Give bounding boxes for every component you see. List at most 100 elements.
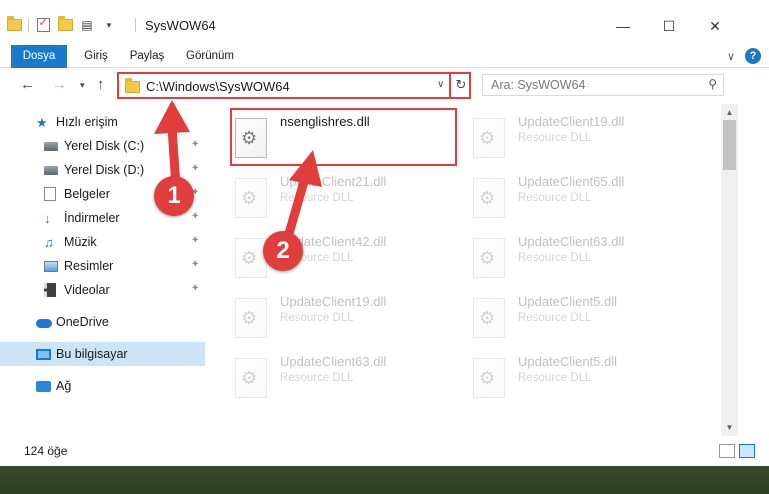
cloud-icon xyxy=(36,315,52,329)
back-button[interactable]: ← xyxy=(20,76,35,93)
nav-item-label: Resimler xyxy=(64,259,114,273)
tab-share[interactable]: Paylaş xyxy=(124,45,170,67)
file-item[interactable]: UpdateClient19.dll Resource DLL xyxy=(208,288,438,346)
scroll-down-icon[interactable]: ▼ xyxy=(721,419,738,436)
nav-item-videos[interactable]: Videolar ✦ xyxy=(0,278,205,302)
pin-icon[interactable]: ✦ xyxy=(191,163,199,174)
drive-icon xyxy=(44,139,58,153)
maximize-button[interactable]: ☐ xyxy=(646,15,692,37)
file-item[interactable]: UpdateClient21.dll Resource DLL xyxy=(208,168,438,226)
file-item[interactable]: UpdateClient42.dll Resource DLL xyxy=(208,228,438,286)
properties-icon[interactable] xyxy=(35,16,51,33)
item-count: 124 öğe xyxy=(24,444,68,458)
title-divider xyxy=(135,18,136,32)
explorer-window: ▤ ▾ SysWOW64 — ☐ ✕ Dosya Giriş Paylaş Gö… xyxy=(0,0,769,466)
file-item[interactable]: UpdateClient5.dll Resource DLL xyxy=(446,288,676,346)
nav-item-label: Belgeler xyxy=(64,187,110,201)
nav-item-pictures[interactable]: Resimler ✦ xyxy=(0,254,205,278)
file-description: Resource DLL xyxy=(518,192,592,204)
file-highlight-box xyxy=(230,108,457,166)
dll-file-icon xyxy=(473,358,505,398)
refresh-button[interactable]: ↻ xyxy=(449,72,471,99)
scroll-up-icon[interactable]: ▲ xyxy=(721,104,738,121)
dll-file-icon xyxy=(473,118,505,158)
file-item[interactable]: UpdateClient19.dll Resource DLL xyxy=(446,108,676,166)
expand-ribbon-icon[interactable]: ∨ xyxy=(727,50,735,63)
forward-button[interactable]: → xyxy=(52,76,67,93)
tiles-view-button[interactable] xyxy=(739,444,755,458)
file-description: Resource DLL xyxy=(518,372,592,384)
nav-item-network[interactable]: Ağ xyxy=(0,374,205,398)
details-view-button[interactable] xyxy=(719,444,735,458)
minimize-button[interactable]: — xyxy=(600,15,646,37)
file-name: UpdateClient63.dll xyxy=(280,354,387,369)
status-bar: 124 öğe xyxy=(0,436,769,466)
tab-home[interactable]: Giriş xyxy=(76,45,116,67)
help-icon[interactable]: ? xyxy=(745,48,761,64)
pin-icon[interactable]: ✦ xyxy=(191,211,199,222)
quick-access-toolbar: ▤ ▾ xyxy=(6,16,117,33)
dll-file-icon xyxy=(235,298,267,338)
file-item[interactable]: UpdateClient63.dll Resource DLL xyxy=(446,228,676,286)
pin-icon[interactable]: ✦ xyxy=(191,235,199,246)
nav-item-label: Bu bilgisayar xyxy=(56,347,128,361)
file-name: UpdateClient19.dll xyxy=(280,294,387,309)
nav-item-local-disk-c[interactable]: Yerel Disk (C:) ✦ xyxy=(0,134,205,158)
file-name: UpdateClient19.dll xyxy=(518,114,625,129)
drive-icon xyxy=(44,163,58,177)
address-row: ← → ▾ ↑ C:\Windows\SysWOW64 ∨ ↻ ⚲ xyxy=(0,68,769,104)
close-button[interactable]: ✕ xyxy=(692,15,738,37)
folder-icon[interactable] xyxy=(6,16,22,33)
search-box[interactable]: ⚲ xyxy=(482,74,724,96)
ribbon-tabs: Dosya Giriş Paylaş Görünüm ∨ ? xyxy=(0,45,769,103)
recent-locations-icon[interactable]: ▾ xyxy=(80,80,85,91)
music-note-icon: ♫ xyxy=(44,235,54,250)
new-folder-icon[interactable] xyxy=(57,16,73,33)
nav-item-label: Müzik xyxy=(64,235,97,249)
search-icon[interactable]: ⚲ xyxy=(708,77,717,91)
view-toggle xyxy=(719,444,755,458)
pin-icon[interactable]: ✦ xyxy=(191,259,199,270)
dll-file-icon xyxy=(473,238,505,278)
pin-icon[interactable]: ✦ xyxy=(191,139,199,150)
file-description: Resource DLL xyxy=(280,312,354,324)
file-description: Resource DLL xyxy=(518,312,592,324)
toolbar-divider xyxy=(28,18,29,32)
download-arrow-icon: ↓ xyxy=(44,211,51,226)
scroll-thumb[interactable] xyxy=(723,120,736,170)
address-bar[interactable]: C:\Windows\SysWOW64 ∨ ↻ xyxy=(117,72,471,99)
step-badge-1: 1 xyxy=(154,176,194,216)
nav-item-music[interactable]: ♫ Müzik ✦ xyxy=(0,230,205,254)
dll-file-icon xyxy=(235,358,267,398)
dll-file-icon xyxy=(235,178,267,218)
customize-dropdown-icon[interactable]: ▾ xyxy=(101,17,117,33)
file-description: Resource DLL xyxy=(280,192,354,204)
dll-file-icon xyxy=(235,238,267,278)
address-dropdown-icon[interactable]: ∨ xyxy=(437,79,444,90)
file-item[interactable]: UpdateClient5.dll Resource DLL xyxy=(446,348,676,406)
file-item[interactable]: UpdateClient63.dll Resource DLL xyxy=(208,348,438,406)
nav-item-label: Yerel Disk (C:) xyxy=(64,139,145,153)
file-item[interactable]: UpdateClient65.dll Resource DLL xyxy=(446,168,676,226)
nav-item-label: İndirmeler xyxy=(64,211,120,225)
nav-item-label: Yerel Disk (D:) xyxy=(64,163,145,177)
file-name: UpdateClient5.dll xyxy=(518,294,618,309)
title-bar: ▤ ▾ SysWOW64 — ☐ ✕ xyxy=(0,0,769,46)
nav-item-onedrive[interactable]: OneDrive xyxy=(0,310,205,334)
pin-icon[interactable]: ✦ xyxy=(191,283,199,294)
vertical-scrollbar[interactable]: ▲ ▼ xyxy=(721,104,738,436)
step-badge-2: 2 xyxy=(263,231,303,271)
nav-item-label: OneDrive xyxy=(56,315,109,329)
nav-item-this-pc[interactable]: Bu bilgisayar xyxy=(0,342,205,366)
file-name: UpdateClient21.dll xyxy=(280,174,387,189)
nav-item-quick-access[interactable]: ★ Hızlı erişim xyxy=(0,110,205,134)
pictures-icon xyxy=(44,259,58,273)
dll-file-icon xyxy=(473,298,505,338)
up-button[interactable]: ↑ xyxy=(97,76,105,93)
rename-icon[interactable]: ▤ xyxy=(79,17,95,33)
address-path[interactable]: C:\Windows\SysWOW64 xyxy=(146,79,290,94)
search-input[interactable] xyxy=(483,75,693,95)
tab-view[interactable]: Görünüm xyxy=(178,45,242,67)
star-icon: ★ xyxy=(36,115,48,130)
computer-icon xyxy=(36,347,51,361)
